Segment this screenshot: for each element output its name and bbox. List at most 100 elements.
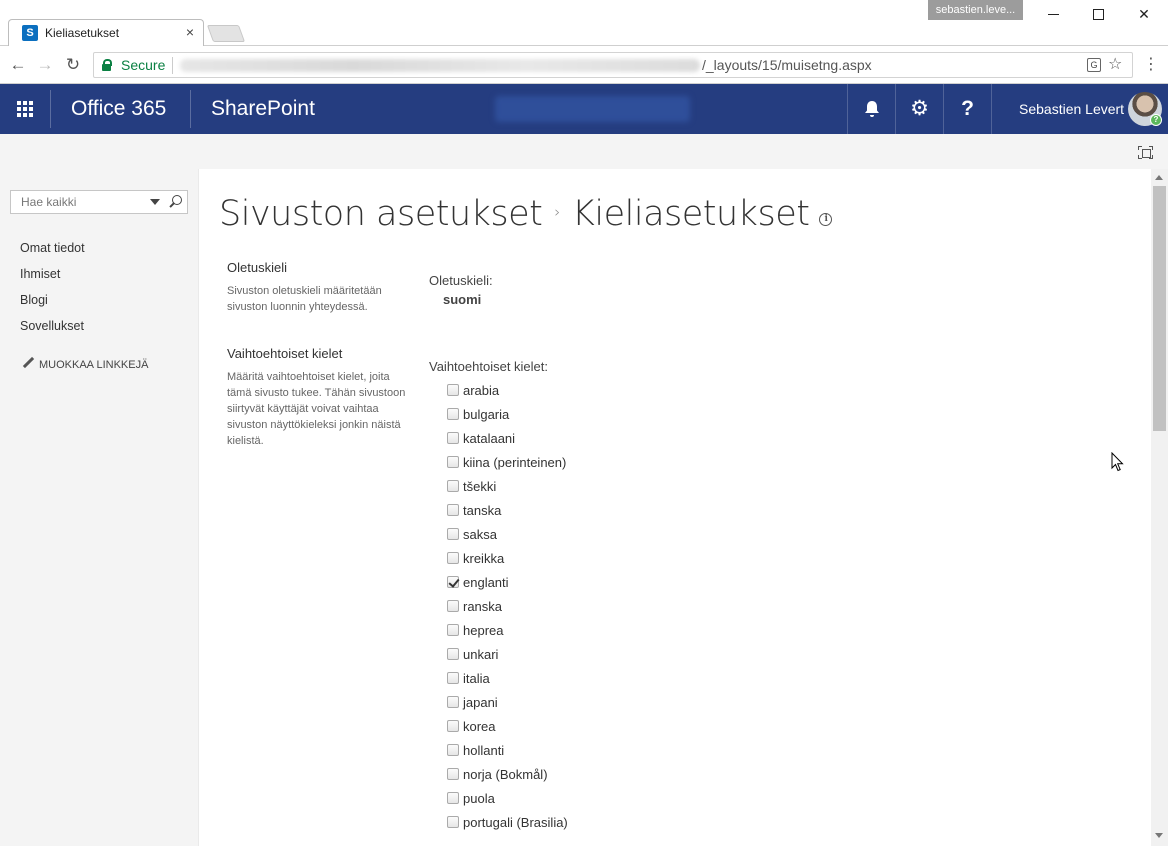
- nav-item-omat-tiedot[interactable]: Omat tiedot: [20, 240, 85, 266]
- default-language-label: Oletuskieli:: [429, 273, 493, 288]
- alternate-languages-description: Määritä vaihtoehtoiset kielet, joita täm…: [227, 371, 406, 447]
- search-input[interactable]: [11, 191, 141, 213]
- nav-item-ihmiset[interactable]: Ihmiset: [20, 266, 85, 292]
- nav-item-blogi[interactable]: Blogi: [20, 292, 85, 318]
- language-label[interactable]: katalaani: [463, 431, 515, 446]
- tab-close-icon[interactable]: ×: [186, 24, 194, 40]
- language-label[interactable]: englanti: [463, 575, 509, 590]
- default-language-heading: Oletuskieli: [227, 260, 287, 275]
- sharepoint-favicon-icon: S: [22, 25, 38, 41]
- language-checkbox[interactable]: [447, 432, 459, 444]
- default-language-value: suomi: [443, 292, 482, 307]
- language-label[interactable]: bulgaria: [463, 407, 509, 422]
- search-scope-dropdown-icon[interactable]: [150, 199, 160, 205]
- default-language-description: Sivuston oletuskieli määritetään sivusto…: [227, 285, 382, 313]
- language-checkbox[interactable]: [447, 792, 459, 804]
- office365-brand[interactable]: Office 365: [71, 97, 166, 121]
- language-checkbox[interactable]: [447, 504, 459, 516]
- language-checkbox[interactable]: [447, 624, 459, 636]
- language-checkbox[interactable]: [447, 408, 459, 420]
- language-label[interactable]: ranska: [463, 599, 502, 614]
- tab-title: Kieliasetukset: [45, 26, 120, 40]
- help-icon[interactable]: ?: [943, 84, 991, 134]
- focus-on-content-icon[interactable]: [1138, 146, 1153, 159]
- url-divider: [172, 57, 173, 74]
- profile-chip[interactable]: sebastien.leve...: [928, 0, 1023, 20]
- alternate-languages-heading: Vaihtoehtoiset kielet: [227, 346, 343, 361]
- vertical-scrollbar[interactable]: [1151, 169, 1168, 846]
- language-checkbox[interactable]: [447, 552, 459, 564]
- language-checkbox[interactable]: [447, 648, 459, 660]
- language-checkbox[interactable]: [447, 528, 459, 540]
- search-box: [10, 190, 188, 214]
- search-icon[interactable]: [167, 194, 183, 210]
- url-redacted: [180, 59, 700, 72]
- translate-icon[interactable]: G: [1087, 58, 1101, 72]
- app-launcher-icon[interactable]: [0, 84, 50, 134]
- info-icon[interactable]: i: [819, 213, 833, 226]
- lock-icon: [102, 59, 112, 71]
- user-name: Sebastien Levert: [1019, 101, 1125, 117]
- breadcrumb-parent-link[interactable]: Sivuston asetukset: [219, 194, 543, 234]
- forward-arrow-icon[interactable]: →: [34, 54, 56, 76]
- language-label[interactable]: portugali (Brasilia): [463, 815, 568, 830]
- language-label[interactable]: italia: [463, 671, 490, 686]
- edit-links-button[interactable]: MUOKKAA LINKKEJÄ: [22, 357, 148, 371]
- language-checkbox[interactable]: [447, 816, 459, 828]
- language-label[interactable]: hollanti: [463, 743, 504, 758]
- language-label[interactable]: korea: [463, 719, 496, 734]
- back-arrow-icon[interactable]: ←: [7, 54, 29, 76]
- suite-divider: [50, 90, 51, 128]
- browser-titlebar: S Kieliasetukset × sebastien.leve... ✕: [0, 0, 1168, 47]
- language-label[interactable]: saksa: [463, 527, 497, 542]
- language-checkbox[interactable]: [447, 768, 459, 780]
- url-text: /_layouts/15/muisetng.aspx: [702, 57, 872, 73]
- language-label[interactable]: arabia: [463, 383, 499, 398]
- language-label[interactable]: tšekki: [463, 479, 496, 494]
- language-label[interactable]: norja (Bokmål): [463, 767, 548, 782]
- address-bar-row: ← → ↻ Secure /_layouts/15/muisetng.aspx …: [0, 46, 1168, 84]
- scroll-thumb[interactable]: [1153, 186, 1166, 431]
- left-navigation: Omat tiedot Ihmiset Blogi Sovellukset MU…: [0, 169, 199, 846]
- secure-label: Secure: [121, 57, 166, 73]
- bookmark-star-icon[interactable]: ☆: [1108, 54, 1122, 74]
- language-checkbox[interactable]: [447, 600, 459, 612]
- suite-divider: [190, 90, 191, 128]
- language-label[interactable]: unkari: [463, 647, 498, 662]
- url-input[interactable]: Secure /_layouts/15/muisetng.aspx G ☆: [93, 52, 1133, 78]
- scroll-down-arrow-icon[interactable]: [1155, 833, 1163, 838]
- language-checkbox[interactable]: [447, 384, 459, 396]
- new-tab-button[interactable]: [206, 25, 246, 42]
- language-checkbox[interactable]: [447, 576, 459, 588]
- alternate-languages-label: Vaihtoehtoiset kielet:: [429, 359, 548, 374]
- browser-tab[interactable]: S Kieliasetukset ×: [8, 19, 204, 47]
- quick-launch-list: Omat tiedot Ihmiset Blogi Sovellukset: [20, 240, 85, 344]
- language-label[interactable]: japani: [463, 695, 498, 710]
- settings-gear-icon[interactable]: ⚙: [895, 84, 943, 134]
- minimize-button[interactable]: [1030, 0, 1076, 28]
- language-checkbox[interactable]: [447, 720, 459, 732]
- language-checkbox[interactable]: [447, 744, 459, 756]
- language-label[interactable]: kreikka: [463, 551, 504, 566]
- language-label[interactable]: tanska: [463, 503, 501, 518]
- language-checkbox[interactable]: [447, 696, 459, 708]
- edit-links-label: MUOKKAA LINKKEJÄ: [39, 359, 149, 371]
- notifications-bell-icon[interactable]: [847, 84, 895, 134]
- language-label[interactable]: heprea: [463, 623, 503, 638]
- language-label[interactable]: kiina (perinteinen): [463, 455, 566, 470]
- scroll-up-arrow-icon[interactable]: [1155, 175, 1163, 180]
- language-label[interactable]: puola: [463, 791, 495, 806]
- sharepoint-app-link[interactable]: SharePoint: [211, 97, 315, 121]
- page-title: Sivuston asetukset › Kieliasetukset i: [219, 194, 833, 234]
- user-menu[interactable]: Sebastien Levert ?: [991, 84, 1168, 134]
- language-checkbox[interactable]: [447, 480, 459, 492]
- close-window-button[interactable]: ✕: [1121, 0, 1167, 28]
- nav-item-sovellukset[interactable]: Sovellukset: [20, 318, 85, 344]
- reload-icon[interactable]: ↻: [62, 54, 84, 76]
- tenant-name-redacted: [495, 96, 690, 122]
- browser-menu-icon[interactable]: ⋮: [1143, 54, 1159, 76]
- maximize-button[interactable]: [1075, 0, 1121, 28]
- pencil-icon: [22, 357, 34, 369]
- language-checkbox[interactable]: [447, 456, 459, 468]
- language-checkbox[interactable]: [447, 672, 459, 684]
